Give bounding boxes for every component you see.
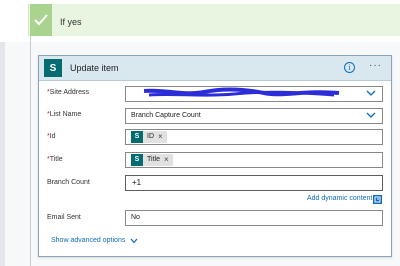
chevron-down-icon	[366, 90, 376, 96]
sharepoint-icon: S	[131, 131, 143, 143]
branch-count-value: +1	[132, 178, 142, 187]
dynamic-content-icon[interactable]	[373, 195, 382, 204]
chevron-down-icon	[366, 112, 376, 118]
branch-connector-line	[30, 36, 31, 266]
show-advanced-options-label: Show advanced options	[51, 237, 126, 244]
list-name-label: *List Name	[47, 111, 82, 118]
update-item-card: S Update item i ··· *Site Address *List …	[38, 55, 392, 257]
site-address-dropdown[interactable]	[125, 86, 383, 102]
id-label: *Id	[47, 133, 56, 140]
list-name-value: Branch Capture Count	[131, 112, 201, 119]
id-token-label: ID	[147, 133, 154, 140]
email-sent-value: No	[131, 214, 140, 221]
left-rail	[0, 42, 5, 266]
checkmark-icon	[30, 4, 52, 36]
more-options-icon[interactable]: ···	[369, 60, 382, 71]
list-name-dropdown[interactable]: Branch Capture Count	[125, 108, 383, 124]
email-sent-label: Email Sent	[47, 214, 81, 221]
if-yes-header[interactable]	[28, 4, 400, 36]
remove-token-icon[interactable]: ×	[158, 130, 163, 144]
show-advanced-options-link[interactable]: Show advanced options	[51, 237, 138, 244]
info-icon[interactable]: i	[344, 62, 355, 73]
card-header[interactable]: S Update item i ···	[39, 56, 391, 81]
email-sent-field[interactable]: No	[125, 210, 383, 226]
title-field[interactable]: S Title ×	[125, 152, 383, 168]
id-field[interactable]: S ID ×	[125, 129, 383, 145]
card-title: Update item	[70, 63, 119, 73]
remove-token-icon[interactable]: ×	[164, 153, 169, 167]
id-token[interactable]: S ID ×	[131, 131, 167, 143]
branch-count-input[interactable]: +1	[125, 175, 383, 191]
title-token-label: Title	[147, 156, 160, 163]
chevron-down-icon	[130, 238, 138, 243]
title-token[interactable]: S Title ×	[131, 154, 173, 166]
branch-count-label: Branch Count	[47, 179, 90, 186]
site-address-label: *Site Address	[47, 89, 90, 96]
if-yes-label: If yes	[60, 17, 82, 27]
redaction-scribble	[144, 87, 340, 97]
add-dynamic-content-link[interactable]: Add dynamic content	[307, 195, 372, 202]
title-label: *Title	[47, 156, 63, 163]
sharepoint-icon: S	[131, 154, 143, 166]
sharepoint-icon: S	[44, 59, 62, 77]
